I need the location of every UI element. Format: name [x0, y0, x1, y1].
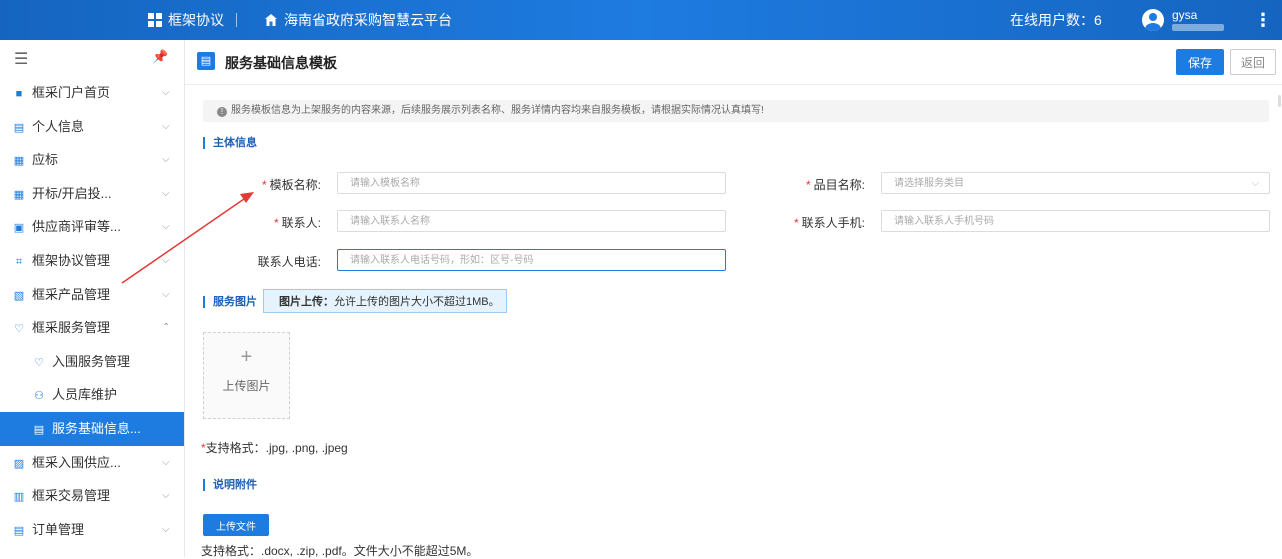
image-formats-hint: *支持格式：.jpg, .png, .jpeg — [201, 441, 348, 455]
heart-hand-icon: ♡ — [34, 356, 44, 369]
page-header: ▤ 服务基础信息模板 保存 返回 — [185, 40, 1282, 85]
app-label: 框架协议 — [168, 12, 224, 28]
pin-icon[interactable]: 📌 — [152, 49, 168, 65]
sidebar-item-shortlisted-services[interactable]: ♡ 入围服务管理 — [0, 345, 184, 379]
required-mark: * — [261, 178, 267, 192]
product-icon: ▧ — [13, 289, 25, 302]
document-icon: ▦ — [13, 155, 25, 168]
sidebar-item-bid-response[interactable]: ▦ 应标 ⌵ — [0, 143, 184, 177]
service-icon: ♡ — [14, 323, 24, 336]
more-vertical-icon[interactable]: ⋮ — [1254, 0, 1272, 40]
section-title-attachment: 说明附件 — [203, 479, 257, 491]
person-card-icon: ▤ — [13, 121, 25, 134]
chevron-down-icon: ⌵ — [162, 254, 170, 266]
platform-title: 海南省政府采购智慧云平台 — [284, 12, 452, 28]
app-switcher[interactable]: 框架协议 — [148, 0, 224, 40]
chevron-down-icon: ⌵ — [162, 221, 170, 233]
review-icon: ▣ — [13, 222, 25, 235]
supplier-icon: ▨ — [13, 457, 25, 470]
page-title: 服务基础信息模板 — [225, 55, 337, 71]
trade-icon: ▥ — [13, 491, 25, 504]
required-mark: * — [805, 178, 811, 192]
template-name-input[interactable]: 请输入模板名称 — [337, 172, 726, 194]
chevron-down-icon: ⌵ — [162, 288, 170, 300]
hamburger-menu-icon[interactable]: ☰ — [14, 49, 28, 69]
contact-mobile-input[interactable]: 请输入联系人手机号码 — [881, 210, 1270, 232]
chevron-down-icon: ⌵ — [162, 523, 170, 535]
required-mark: * — [793, 216, 799, 230]
user-menu[interactable]: gysa — [1142, 0, 1224, 40]
chevron-down-icon: ⌵ — [162, 87, 170, 98]
chevron-down-icon: ⌵ — [162, 187, 170, 199]
sidebar-item-supplier-review[interactable]: ▣ 供应商评审等... ⌵ — [0, 210, 184, 244]
image-upload-note: 图片上传：允许上传的图片大小不超过1MB。 — [263, 289, 507, 313]
contact-label: * 联系人: — [273, 216, 321, 230]
divider — [236, 13, 237, 27]
sidebar-item-shortlisted-suppliers[interactable]: ▨ 框采入围供应... ⌵ — [0, 446, 184, 480]
avatar-icon — [1142, 9, 1164, 31]
template-name-label: * 模板名称: — [261, 178, 321, 192]
plus-icon: + — [240, 346, 253, 368]
contact-phone-input[interactable]: 请输入联系人电话号码，形如：区号-号码 — [337, 249, 726, 271]
platform-home-link[interactable]: 海南省政府采购智慧云平台 — [264, 0, 452, 40]
upload-file-button[interactable]: 上传文件 — [203, 514, 269, 536]
contact-phone-label: 联系人电话: — [257, 255, 321, 269]
info-icon: ! — [217, 107, 227, 117]
home-icon — [265, 14, 277, 26]
back-button[interactable]: 返回 — [1230, 49, 1276, 75]
agreement-icon: ⌗ — [15, 255, 23, 268]
person-icon: ⚇ — [34, 390, 44, 403]
chevron-down-icon: ⌵ — [162, 154, 170, 166]
info-card-icon: ▤ — [33, 423, 45, 436]
scrollbar[interactable] — [1278, 95, 1281, 107]
sidebar-item-personnel-library[interactable]: ⚇ 人员库维护 — [0, 378, 184, 412]
main-content: ▤ 服务基础信息模板 保存 返回 ! 服务模板信息为上架服务的内容来源，后续服务展… — [185, 40, 1282, 558]
grid-icon: ■ — [15, 88, 23, 100]
section-title-service-image: 服务图片 — [203, 296, 257, 308]
section-title-main-info: 主体信息 — [203, 137, 257, 149]
sidebar-header: ☰ 📌 — [0, 40, 184, 76]
category-label: * 品目名称: — [805, 178, 865, 192]
contact-name-input[interactable]: 请输入联系人名称 — [337, 210, 726, 232]
sidebar-item-personal-info[interactable]: ▤ 个人信息 ⌵ — [0, 110, 184, 144]
sidebar-item-trade-management[interactable]: ▥ 框采交易管理 ⌵ — [0, 479, 184, 513]
chevron-down-icon: ⌵ — [162, 120, 170, 132]
sidebar-item-service-management[interactable]: ♡ 框采服务管理 ⌃ — [0, 311, 184, 345]
save-button[interactable]: 保存 — [1176, 49, 1224, 75]
chevron-down-icon: ⌵ — [162, 490, 170, 502]
sidebar-item-order-management[interactable]: ▤ 订单管理 ⌵ — [0, 513, 184, 547]
sidebar: ☰ 📌 ■ 框采门户首页 ⌵ ▤ 个人信息 ⌵ ▦ 应标 ⌵ ▦ 开标/开启投... ⌵… — [0, 40, 185, 557]
sidebar-item-product-management[interactable]: ▧ 框采产品管理 ⌵ — [0, 278, 184, 312]
username: gysa — [1172, 9, 1224, 31]
sidebar-item-agreement-management[interactable]: ⌗ 框架协议管理 ⌵ — [0, 244, 184, 278]
sidebar-item-service-basic-info[interactable]: ▤ 服务基础信息... — [0, 411, 184, 446]
sidebar-item-bid-opening[interactable]: ▦ 开标/开启投... ⌵ — [0, 177, 184, 211]
notice-banner: ! 服务模板信息为上架服务的内容来源，后续服务展示列表名称、服务详情内容均来自服务… — [203, 100, 1269, 122]
chevron-down-icon: ⌵ — [162, 456, 170, 468]
blurred-user-info — [1172, 24, 1224, 31]
sidebar-item-portal-home[interactable]: ■ 框采门户首页 ⌵ — [0, 76, 184, 110]
online-users-count: 在线用户数：6 — [1010, 12, 1102, 28]
top-bar: 框架协议 海南省政府采购智慧云平台 在线用户数：6 gysa ⋮ — [0, 0, 1282, 40]
document-icon: ▤ — [197, 52, 215, 70]
contact-mobile-label: * 联系人手机: — [793, 216, 865, 230]
category-select[interactable]: 请选择服务类目 ⌵ — [881, 172, 1270, 194]
chevron-up-icon: ⌃ — [162, 322, 171, 334]
required-mark: * — [273, 216, 279, 230]
order-icon: ▤ — [13, 524, 25, 537]
document-icon: ▦ — [13, 188, 25, 201]
upload-image-box[interactable]: + 上传图片 — [203, 332, 290, 419]
chevron-down-icon: ⌵ — [1251, 178, 1259, 189]
apps-grid-icon — [148, 13, 162, 27]
upload-image-label: 上传图片 — [222, 379, 271, 393]
attachment-formats-hint: 支持格式：.docx, .zip, .pdf。文件大小不能超过5M。 — [201, 544, 479, 558]
